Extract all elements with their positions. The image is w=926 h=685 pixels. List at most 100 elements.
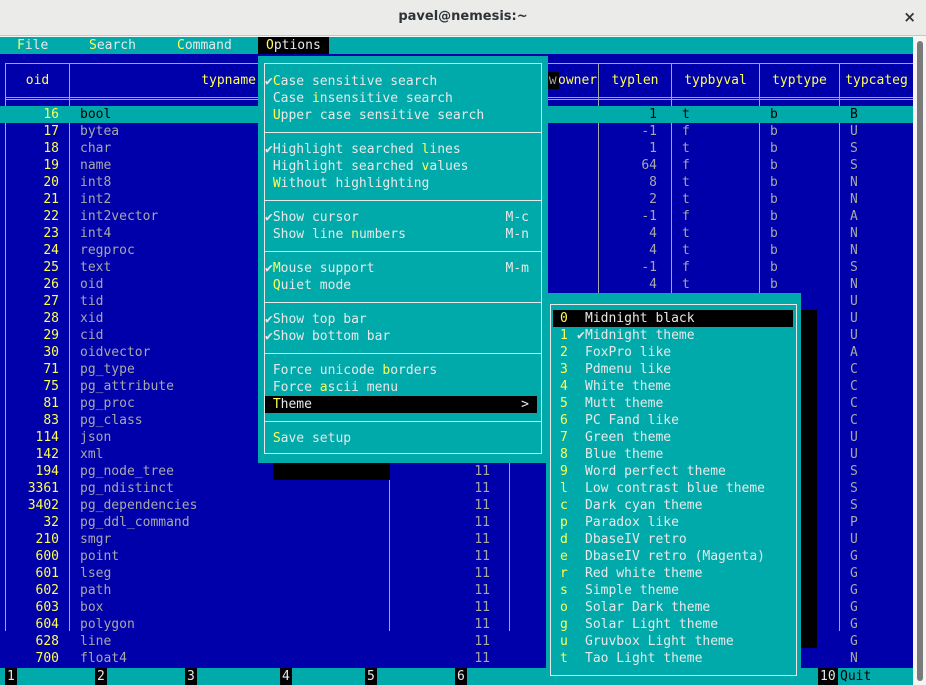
cell-oid: 28 bbox=[43, 311, 59, 326]
theme-item-green-theme[interactable]: 7 Green theme bbox=[553, 429, 793, 446]
theme-label: Mutt theme bbox=[585, 396, 664, 411]
fkey-label-10[interactable]: Quit bbox=[840, 668, 871, 685]
cell-typcateg: S bbox=[850, 464, 858, 479]
cell-typtype: b bbox=[770, 124, 778, 139]
close-icon[interactable]: × bbox=[903, 8, 916, 26]
options-item-show-line-numbers[interactable]: Show line numbers M-n bbox=[265, 226, 537, 243]
cell-oid: 601 bbox=[35, 566, 59, 581]
fkey-3[interactable]: 3 bbox=[185, 668, 197, 685]
options-item-mouse-support[interactable]: ✔Mouse support M-m bbox=[265, 260, 537, 277]
cell-oid: 22 bbox=[43, 209, 59, 224]
cell-typbyval: t bbox=[682, 192, 690, 207]
theme-item-foxpro-like[interactable]: 2 FoxPro like bbox=[553, 344, 793, 361]
options-item-case-sensitive-search[interactable]: ✔Case sensitive search bbox=[265, 73, 537, 90]
theme-item-solar-light-theme[interactable]: g Solar Light theme bbox=[553, 616, 793, 633]
options-item-theme[interactable]: Theme > bbox=[265, 396, 537, 413]
theme-item-paradox-like[interactable]: p Paradox like bbox=[553, 514, 793, 531]
theme-hotkey: g bbox=[560, 617, 568, 632]
options-item-show-top-bar[interactable]: ✔Show top bar bbox=[265, 311, 537, 328]
fkey-5[interactable]: 5 bbox=[365, 668, 377, 685]
cell-typcateg: U bbox=[850, 294, 858, 309]
options-item-quiet-mode[interactable]: Quiet mode bbox=[265, 277, 537, 294]
header-typcateg[interactable]: typcateg bbox=[840, 72, 913, 89]
theme-item-dark-cyan-theme[interactable]: c Dark cyan theme bbox=[553, 497, 793, 514]
cell-typcateg: C bbox=[850, 413, 858, 428]
options-item-highlight-searched-values[interactable]: Highlight searched values bbox=[265, 158, 537, 175]
scrollbar-thumb[interactable] bbox=[917, 41, 923, 681]
menu-command[interactable]: Command bbox=[177, 37, 232, 54]
theme-item-pc-fand-like[interactable]: 6 PC Fand like bbox=[553, 412, 793, 429]
theme-item-tao-light-theme[interactable]: t Tao Light theme bbox=[553, 650, 793, 667]
fkey-6[interactable]: 6 bbox=[455, 668, 467, 685]
cell-oid: 700 bbox=[35, 651, 59, 666]
check-icon: ✔ bbox=[265, 261, 273, 276]
theme-item-midnight-theme[interactable]: 1 ✔ Midnight theme bbox=[553, 327, 793, 344]
cell-typname: tid bbox=[80, 294, 104, 309]
theme-item-white-theme[interactable]: 4 White theme bbox=[553, 378, 793, 395]
item-hotkey: M bbox=[272, 261, 281, 276]
header-typowner[interactable]: owner bbox=[558, 72, 598, 89]
cell-typnamespace: 11 bbox=[474, 481, 490, 496]
menu-separator bbox=[264, 200, 542, 201]
cell-typbyval: f bbox=[682, 260, 690, 275]
check-icon bbox=[577, 310, 585, 327]
cell-typtype: b bbox=[770, 226, 778, 241]
fkey-4[interactable]: 4 bbox=[280, 668, 292, 685]
theme-label: Word perfect theme bbox=[585, 464, 726, 479]
options-item-upper-case-sensitive-search[interactable]: Upper case sensitive search bbox=[265, 107, 537, 124]
options-item-show-bottom-bar[interactable]: ✔Show bottom bar bbox=[265, 328, 537, 345]
theme-hotkey: r bbox=[560, 566, 568, 581]
theme-hotkey: 2 bbox=[560, 345, 568, 360]
fkey-1[interactable]: 1 bbox=[5, 668, 17, 685]
fkey-2[interactable]: 2 bbox=[95, 668, 107, 685]
theme-item-word-perfect-theme[interactable]: 9 Word perfect theme bbox=[553, 463, 793, 480]
cell-typname: box bbox=[80, 600, 104, 615]
theme-item-pdmenu-like[interactable]: 3 Pdmenu like bbox=[553, 361, 793, 378]
header-oid[interactable]: oid bbox=[6, 72, 69, 89]
menu-options[interactable]: Options bbox=[258, 37, 329, 54]
menu-hotkey: S bbox=[89, 38, 97, 53]
theme-item-dbaseiv-retro-magenta-[interactable]: e DbaseIV retro (Magenta) bbox=[553, 548, 793, 565]
options-item-highlight-searched-lines[interactable]: ✔Highlight searched lines bbox=[265, 141, 537, 158]
menu-file[interactable]: File bbox=[17, 37, 48, 54]
header-typbyval[interactable]: typbyval bbox=[672, 72, 759, 89]
cell-typcateg: U bbox=[850, 124, 858, 139]
theme-item-dbaseiv-retro[interactable]: d DbaseIV retro bbox=[553, 531, 793, 548]
fkey-10[interactable]: 10 bbox=[818, 668, 838, 685]
options-item-case-insensitive-search[interactable]: Case insensitive search bbox=[265, 90, 537, 107]
header-typtype[interactable]: typtype bbox=[760, 72, 839, 89]
options-item-save-setup[interactable]: Save setup bbox=[265, 430, 537, 447]
item-label-post: ithout highlighting bbox=[280, 176, 430, 191]
theme-item-blue-theme[interactable]: 8 Blue theme bbox=[553, 446, 793, 463]
theme-item-mutt-theme[interactable]: 5 Mutt theme bbox=[553, 395, 793, 412]
check-icon bbox=[577, 361, 585, 378]
theme-item-gruvbox-light-theme[interactable]: u Gruvbox Light theme bbox=[553, 633, 793, 650]
cell-typnamespace: 11 bbox=[474, 549, 490, 564]
cell-typcateg: N bbox=[850, 243, 858, 258]
theme-item-low-contrast-blue-theme[interactable]: l Low contrast blue theme bbox=[553, 480, 793, 497]
item-label-pre: Force bbox=[272, 380, 320, 395]
theme-item-red-white-theme[interactable]: r Red white theme bbox=[553, 565, 793, 582]
header-typname[interactable]: typname bbox=[70, 72, 256, 89]
cell-typcateg: C bbox=[850, 396, 858, 411]
options-item-show-cursor[interactable]: ✔Show cursor M-c bbox=[265, 209, 537, 226]
cell-typlen: 4 bbox=[649, 226, 657, 241]
check-icon bbox=[577, 446, 585, 463]
menu-search[interactable]: Search bbox=[89, 37, 136, 54]
cell-typlen: 4 bbox=[649, 243, 657, 258]
cell-oid: 81 bbox=[43, 396, 59, 411]
cell-typnamespace: 11 bbox=[474, 515, 490, 530]
theme-item-solar-dark-theme[interactable]: o Solar Dark theme bbox=[553, 599, 793, 616]
item-shortcut: M-c bbox=[505, 210, 529, 225]
options-item-force-ascii-menu[interactable]: Force ascii menu bbox=[265, 379, 537, 396]
scrollbar[interactable] bbox=[913, 37, 926, 685]
theme-hotkey: 5 bbox=[560, 396, 568, 411]
options-item-without-highlighting[interactable]: Without highlighting bbox=[265, 175, 537, 192]
theme-hotkey: 4 bbox=[560, 379, 568, 394]
header-typlen[interactable]: typlen bbox=[599, 72, 671, 89]
options-item-force-unicode-borders[interactable]: Force unicode borders bbox=[265, 362, 537, 379]
theme-item-simple-theme[interactable]: s Simple theme bbox=[553, 582, 793, 599]
cell-typcateg: N bbox=[850, 192, 858, 207]
theme-item-midnight-black[interactable]: 0 Midnight black bbox=[553, 310, 793, 327]
cell-typbyval: f bbox=[682, 124, 690, 139]
